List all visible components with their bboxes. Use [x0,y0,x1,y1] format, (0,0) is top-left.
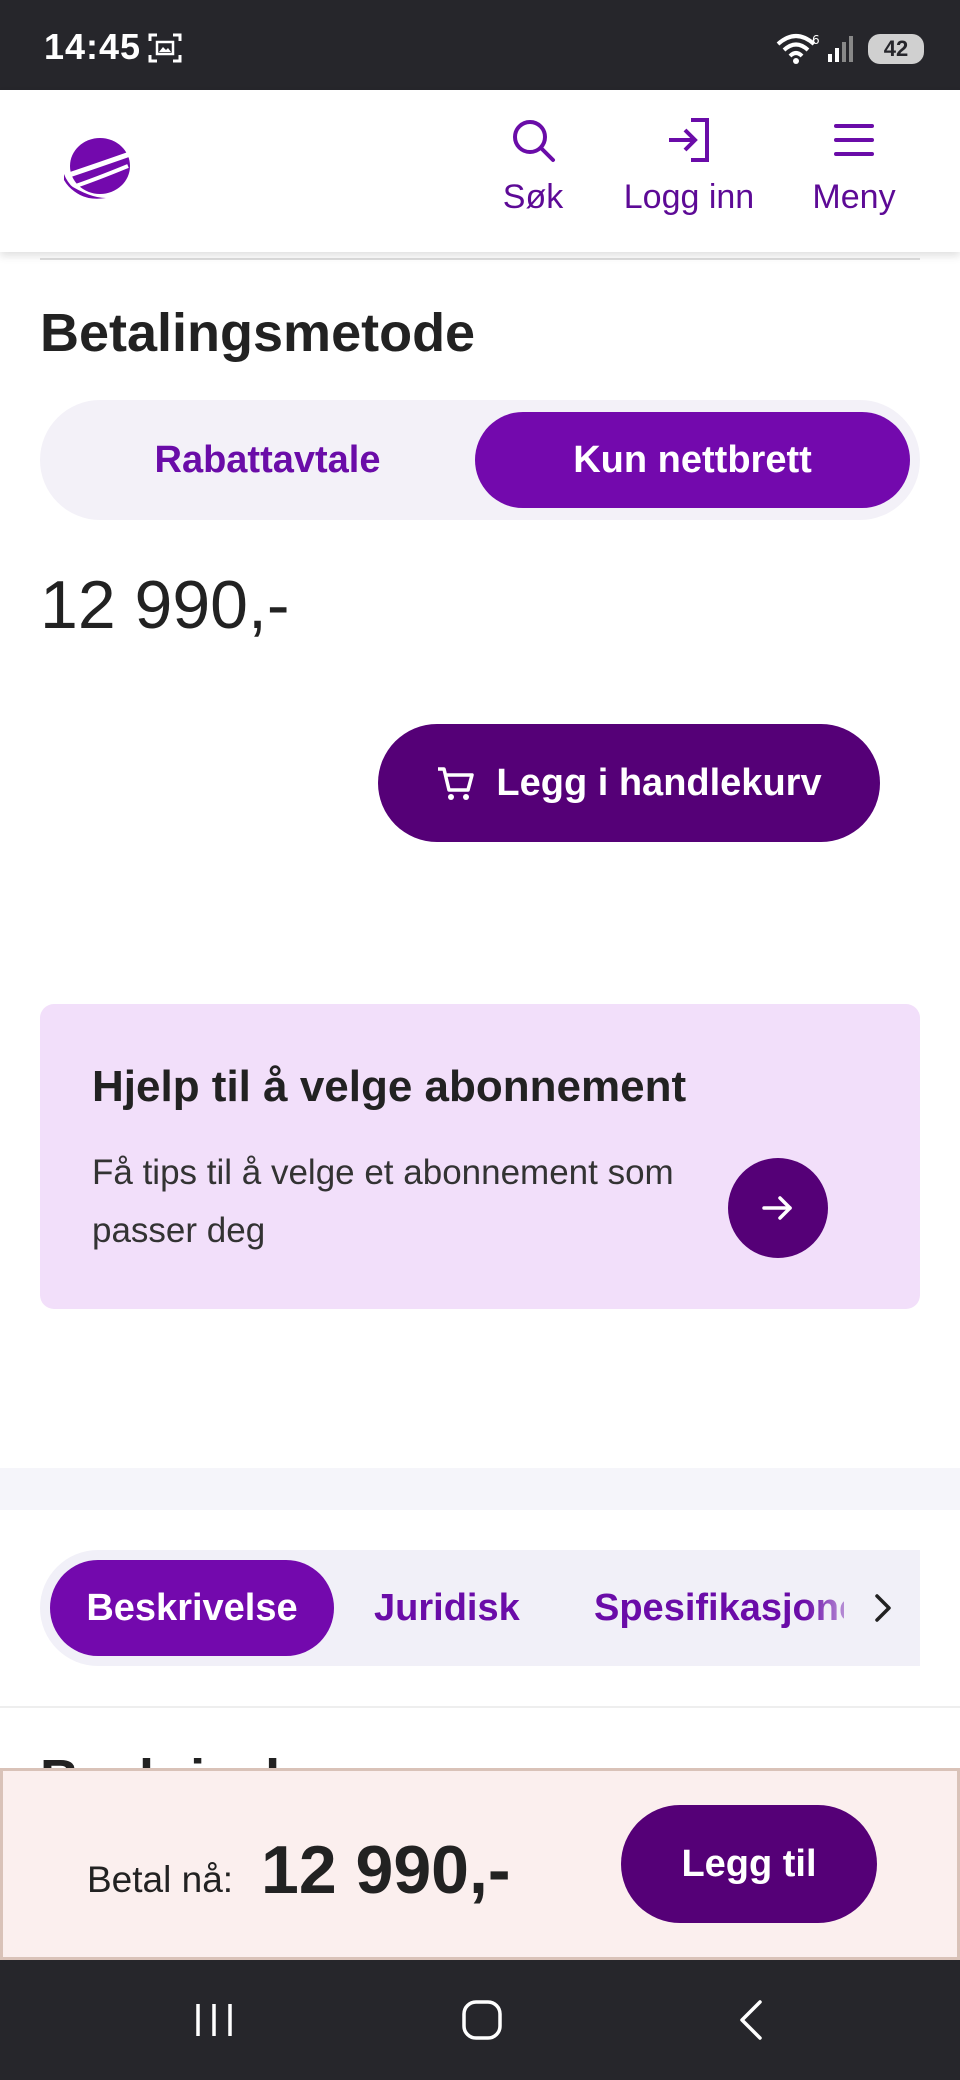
arrow-right-icon [762,1196,792,1220]
sticky-pay-bar: Betal nå: 12 990,- Legg til [0,1768,960,1960]
product-price: 12 990,- [40,567,290,643]
nav-menu[interactable]: Meny [804,116,904,226]
tab-specifications[interactable]: Spesifikasjoner [594,1560,844,1656]
tab-description[interactable]: Beskrivelse [50,1560,334,1656]
pay-now-label: Betal nå: [87,1859,234,1900]
add-to-cart-label: Legg i handlekurv [496,761,822,804]
battery-indicator: 42 [868,34,924,64]
wifi-icon: 6 [776,33,820,64]
hamburger-menu-icon [834,124,874,156]
home-icon[interactable] [458,1996,506,2044]
payment-method-toggle: Rabattavtale Kun nettbrett [40,400,920,520]
telia-logo[interactable] [60,132,136,208]
pay-now-amount: 12 990,- [261,1832,511,1908]
login-icon [669,118,709,162]
signal-icon [828,36,853,62]
nav-search-label: Søk [502,178,564,216]
status-time: 14:45 [44,26,142,67]
divider [40,258,920,260]
svg-text:6: 6 [812,33,820,47]
site-header: Søk Logg inn Meny [0,90,960,252]
divider [0,1706,960,1708]
add-button[interactable]: Legg til [621,1805,877,1923]
help-card-arrow-button[interactable] [728,1158,828,1258]
chevron-right-icon [875,1594,891,1622]
help-card-text: Få tips til å velge et abonnement som pa… [92,1153,674,1250]
screenshot-icon [148,33,182,63]
product-info-tabs: Beskrivelse Juridisk Spesifikasjoner [40,1550,920,1666]
status-bar: 14:45 6 42 [0,0,960,90]
payment-method-title: Betalingsmetode [40,303,476,363]
nav-search[interactable]: Søk [498,116,568,226]
tab-specifications-label: Spesifikasjoner [594,1586,844,1629]
option-tablet-only[interactable]: Kun nettbrett [475,412,910,508]
help-choose-subscription-card[interactable]: Hjelp til å velge abonnement Få tips til… [40,1004,920,1309]
back-icon[interactable] [728,1996,776,2044]
recent-apps-icon[interactable] [190,1996,238,2044]
nav-menu-label: Meny [812,178,896,216]
tab-legal[interactable]: Juridisk [374,1560,520,1656]
tabs-scroll-next-button[interactable] [846,1560,920,1656]
nav-login[interactable]: Logg inn [618,116,760,226]
help-card-title: Hjelp til å velge abonnement [92,1062,687,1111]
option-discount-agreement[interactable]: Rabattavtale [50,412,485,508]
shopping-cart-icon [438,767,475,800]
system-navigation-bar [0,1960,960,2080]
search-icon [513,120,555,162]
section-separator [0,1468,960,1510]
add-to-cart-button[interactable]: Legg i handlekurv [378,724,880,842]
nav-login-label: Logg inn [623,178,755,216]
